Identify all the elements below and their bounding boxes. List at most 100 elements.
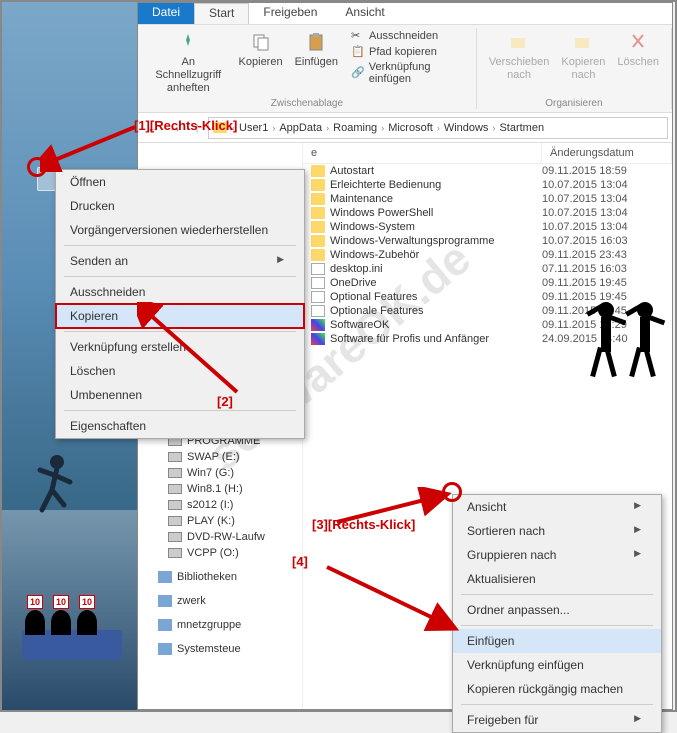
ctx-sendto[interactable]: Senden an▶ xyxy=(56,249,304,273)
file-row[interactable]: Software für Profis und Anfänger24.09.20… xyxy=(303,332,672,346)
network-icon xyxy=(158,595,172,607)
pastelink-button[interactable]: 🔗Verknüpfung einfügen xyxy=(348,60,470,86)
sidebar-homegroup[interactable]: mnetzgruppe xyxy=(138,617,302,633)
file-icon xyxy=(311,165,325,177)
file-row[interactable]: Autostart09.11.2015 18:59 xyxy=(303,164,672,178)
file-row[interactable]: OneDrive09.11.2015 19:45 xyxy=(303,276,672,290)
ctx2-paste[interactable]: Einfügen xyxy=(453,629,661,653)
file-row[interactable]: Windows PowerShell10.07.2015 13:04 xyxy=(303,206,672,220)
file-name: desktop.ini xyxy=(330,263,542,275)
up-button[interactable]: ↑ xyxy=(186,117,208,139)
file-row[interactable]: desktop.ini07.11.2015 16:03 xyxy=(303,262,672,276)
ctx-shortcut[interactable]: Verknüpfung erstellen xyxy=(56,335,304,359)
file-name: OneDrive xyxy=(330,277,542,289)
file-name: Optionale Features xyxy=(330,305,542,317)
copy-button[interactable]: Kopieren xyxy=(233,28,289,98)
sidebar-drive[interactable]: s2012 (I:) xyxy=(138,497,302,513)
file-date: 10.07.2015 13:04 xyxy=(542,193,672,205)
jogger-decoration xyxy=(22,450,82,530)
ctx2-view[interactable]: Ansicht▶ xyxy=(453,495,661,519)
file-icon xyxy=(311,207,325,219)
sidebar-drive[interactable]: VCPP (O:) xyxy=(138,545,302,561)
crumb-startmenu[interactable]: Startmen xyxy=(495,122,548,134)
sidebar-drive[interactable]: SWAP (E:) xyxy=(138,449,302,465)
file-row[interactable]: SoftwareOK09.11.2015 18:29 xyxy=(303,318,672,332)
file-date: 07.11.2015 16:03 xyxy=(542,263,672,275)
file-row[interactable]: Windows-System10.07.2015 13:04 xyxy=(303,220,672,234)
sidebar-network[interactable]: zwerk xyxy=(138,593,302,609)
file-row[interactable]: Optional Features09.11.2015 19:45 xyxy=(303,290,672,304)
moveto-button[interactable]: Verschieben nach xyxy=(483,28,556,84)
marker-1 xyxy=(27,157,47,177)
column-name[interactable]: e xyxy=(303,143,542,163)
copypath-button[interactable]: 📋Pfad kopieren xyxy=(348,44,470,60)
crumb-roaming[interactable]: Roaming xyxy=(329,122,381,134)
file-name: Windows PowerShell xyxy=(330,207,542,219)
ctx2-pastelink[interactable]: Verknüpfung einfügen xyxy=(453,653,661,677)
sidebar-drive[interactable]: Win7 (G:) xyxy=(138,465,302,481)
file-icon xyxy=(311,263,325,275)
ctx-restore[interactable]: Vorgängerversionen wiederherstellen xyxy=(56,218,304,242)
tab-view[interactable]: Ansicht xyxy=(331,3,398,24)
sidebar-libraries[interactable]: Bibliotheken xyxy=(138,569,302,585)
ctx-cut[interactable]: Ausschneiden xyxy=(56,280,304,304)
file-date: 09.11.2015 19:45 xyxy=(542,291,672,303)
crumb-windows[interactable]: Windows xyxy=(440,122,493,134)
forward-button[interactable]: → xyxy=(164,117,186,139)
crumb-microsoft[interactable]: Microsoft xyxy=(384,122,437,134)
file-icon xyxy=(311,333,325,345)
pin-button[interactable]: An Schnellzugriff anheften xyxy=(144,28,233,98)
context-menu-desktop: Öffnen Drucken Vorgängerversionen wieder… xyxy=(55,169,305,439)
file-row[interactable]: Erleichterte Bedienung10.07.2015 13:04 xyxy=(303,178,672,192)
file-date: 09.11.2015 18:59 xyxy=(542,165,672,177)
drive-icon xyxy=(168,516,182,526)
back-button[interactable]: ← xyxy=(142,117,164,139)
cut-button[interactable]: ✂Ausschneiden xyxy=(348,28,470,44)
copyto-button[interactable]: Kopieren nach xyxy=(555,28,611,84)
file-row[interactable]: Maintenance10.07.2015 13:04 xyxy=(303,192,672,206)
ctx2-customize[interactable]: Ordner anpassen... xyxy=(453,598,661,622)
file-icon xyxy=(311,319,325,331)
breadcrumb-bar[interactable]: ‹‹ User1› AppData› Roaming› Microsoft› W… xyxy=(208,117,668,139)
column-date[interactable]: Änderungsdatum xyxy=(542,143,672,163)
tab-file[interactable]: Datei xyxy=(138,3,194,24)
file-icon xyxy=(311,235,325,247)
copy-icon xyxy=(249,30,273,54)
ctx-print[interactable]: Drucken xyxy=(56,194,304,218)
ctx2-sort[interactable]: Sortieren nach▶ xyxy=(453,519,661,543)
ctx2-refresh[interactable]: Aktualisieren xyxy=(453,567,661,591)
ctx2-undo[interactable]: Kopieren rückgängig machen xyxy=(453,677,661,701)
address-bar: ← → ↑ ‹‹ User1› AppData› Roaming› Micros… xyxy=(138,113,672,143)
file-row[interactable]: Windows-Zubehör09.11.2015 23:43 xyxy=(303,248,672,262)
file-icon xyxy=(311,249,325,261)
ctx-copy[interactable]: Kopieren xyxy=(56,304,304,328)
tab-share[interactable]: Freigeben xyxy=(249,3,331,24)
sidebar-drive[interactable]: DVD-RW-Laufw xyxy=(138,529,302,545)
copyto-icon xyxy=(571,30,595,54)
file-date: 24.09.2015 14:40 xyxy=(542,333,672,345)
dvd-icon xyxy=(168,532,182,542)
clipboard-group-label: Zwischenablage xyxy=(271,98,343,109)
file-date: 10.07.2015 13:04 xyxy=(542,179,672,191)
delete-button[interactable]: Löschen xyxy=(611,28,665,84)
file-name: Windows-Verwaltungsprogramme xyxy=(330,235,542,247)
ctx-delete[interactable]: Löschen xyxy=(56,359,304,383)
file-row[interactable]: Windows-Verwaltungsprogramme10.07.2015 1… xyxy=(303,234,672,248)
sidebar-control[interactable]: Systemsteue xyxy=(138,641,302,657)
sidebar-drive[interactable]: Win8.1 (H:) xyxy=(138,481,302,497)
sidebar-drive[interactable]: PLAY (K:) xyxy=(138,513,302,529)
tab-start[interactable]: Start xyxy=(194,3,249,24)
ctx-open[interactable]: Öffnen xyxy=(56,170,304,194)
file-date: 09.11.2015 19:45 xyxy=(542,277,672,289)
drive-icon xyxy=(168,468,182,478)
file-row[interactable]: Optionale Features09.11.2015 19:45 xyxy=(303,304,672,318)
file-date: 09.11.2015 19:45 xyxy=(542,305,672,317)
file-name: SoftwareOK xyxy=(330,319,542,331)
crumb-user[interactable]: User1 xyxy=(235,122,272,134)
ctx2-group[interactable]: Gruppieren nach▶ xyxy=(453,543,661,567)
paste-button[interactable]: Einfügen xyxy=(289,28,344,98)
file-name: Maintenance xyxy=(330,193,542,205)
ctx-rename[interactable]: Umbenennen xyxy=(56,383,304,407)
crumb-appdata[interactable]: AppData xyxy=(275,122,326,134)
ctx-properties[interactable]: Eigenschaften xyxy=(56,414,304,438)
